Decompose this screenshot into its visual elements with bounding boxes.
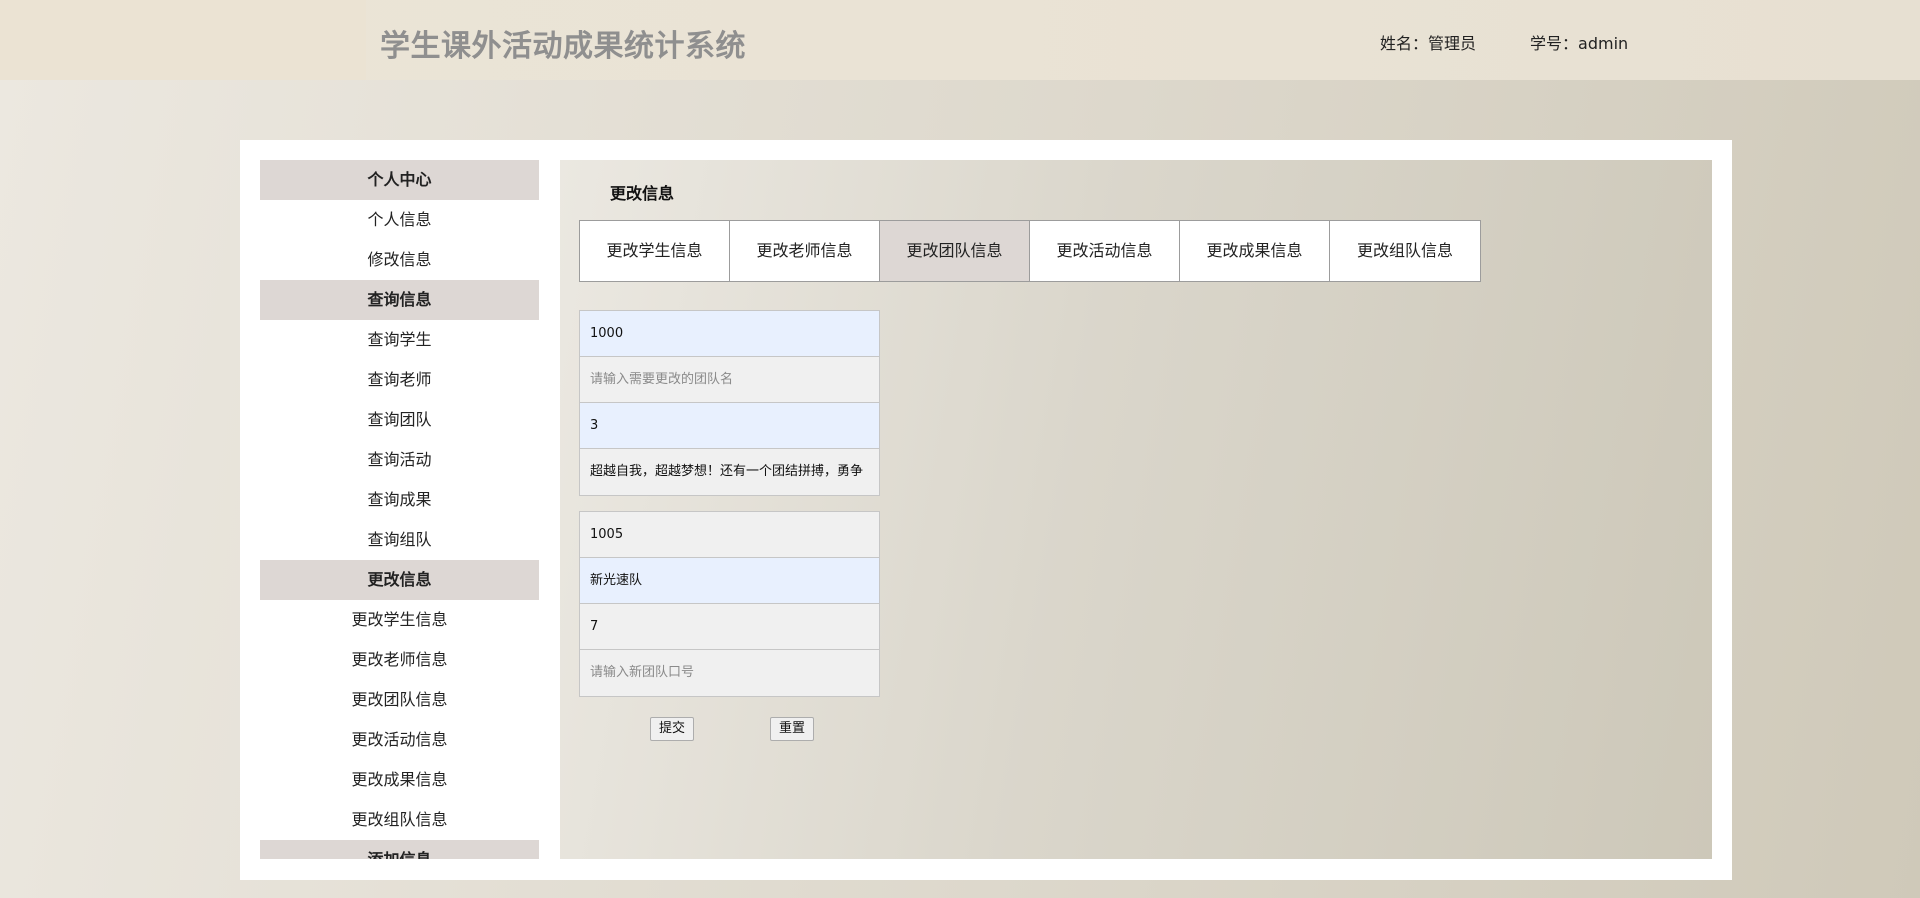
member-count-field[interactable]: 3 [580, 403, 879, 449]
sidebar-group-modify[interactable]: 更改信息 [260, 560, 539, 600]
sidebar-item-query-student[interactable]: 查询学生 [260, 320, 539, 360]
sidebar-item-personal-info[interactable]: 个人信息 [260, 200, 539, 240]
header-bar: 学生课外活动成果统计系统 姓名：管理员 学号：admin [0, 0, 1920, 80]
new-team-slogan-input[interactable]: 请输入新团队口号 [580, 650, 879, 696]
new-member-count-field[interactable]: 7 [580, 604, 879, 650]
sidebar-item-modify-activity[interactable]: 更改活动信息 [260, 720, 539, 760]
sidebar-item-query-result[interactable]: 查询成果 [260, 480, 539, 520]
new-team-name-field[interactable]: 新光速队 [580, 558, 879, 604]
user-id-info: 学号：admin [1530, 30, 1628, 54]
user-id-label: 学号： [1530, 34, 1579, 53]
sidebar-item-modify-team[interactable]: 更改团队信息 [260, 680, 539, 720]
team-slogan-field[interactable]: 超越自我，超越梦想！还有一个团结拼搏，勇争 [580, 449, 879, 495]
current-team-form: 1000 请输入需要更改的团队名 3 超越自我，超越梦想！还有一个团结拼搏，勇争 [579, 310, 880, 496]
sidebar-item-modify-grouping[interactable]: 更改组队信息 [260, 800, 539, 840]
app-title: 学生课外活动成果统计系统 [380, 29, 746, 64]
sidebar-item-edit-info[interactable]: 修改信息 [260, 240, 539, 280]
user-name-info: 姓名：管理员 [1380, 30, 1476, 54]
user-id-value: admin [1578, 34, 1629, 53]
header-left-strip [0, 0, 366, 80]
tab-bar: 更改学生信息 更改老师信息 更改团队信息 更改活动信息 更改成果信息 更改组队信… [579, 220, 1481, 282]
sidebar-item-query-activity[interactable]: 查询活动 [260, 440, 539, 480]
tab-modify-grouping[interactable]: 更改组队信息 [1330, 221, 1480, 281]
new-team-id-field[interactable]: 1005 [580, 512, 879, 558]
user-name-value: 管理员 [1428, 34, 1477, 53]
sidebar-item-modify-student[interactable]: 更改学生信息 [260, 600, 539, 640]
new-team-form: 1005 新光速队 7 请输入新团队口号 [579, 511, 880, 697]
tab-modify-activity[interactable]: 更改活动信息 [1030, 221, 1180, 281]
page-title: 更改信息 [610, 184, 675, 203]
tab-modify-team[interactable]: 更改团队信息 [880, 221, 1030, 281]
tab-modify-result[interactable]: 更改成果信息 [1180, 221, 1330, 281]
sidebar-item-query-grouping[interactable]: 查询组队 [260, 520, 539, 560]
sidebar-item-modify-teacher[interactable]: 更改老师信息 [260, 640, 539, 680]
sidebar-group-query[interactable]: 查询信息 [260, 280, 539, 320]
sidebar-group-add[interactable]: 添加信息 [260, 840, 539, 859]
sidebar: 个人中心 个人信息 修改信息 查询信息 查询学生 查询老师 查询团队 查询活动 … [260, 160, 539, 859]
sidebar-item-query-team[interactable]: 查询团队 [260, 400, 539, 440]
user-name-label: 姓名： [1380, 34, 1429, 53]
sidebar-item-query-teacher[interactable]: 查询老师 [260, 360, 539, 400]
team-id-field[interactable]: 1000 [580, 311, 879, 357]
tab-modify-student[interactable]: 更改学生信息 [580, 221, 730, 281]
submit-button[interactable]: 提交 [650, 717, 695, 741]
sidebar-item-modify-result[interactable]: 更改成果信息 [260, 760, 539, 800]
main-panel: 更改信息 更改学生信息 更改老师信息 更改团队信息 更改活动信息 更改成果信息 … [560, 160, 1712, 859]
tab-modify-teacher[interactable]: 更改老师信息 [730, 221, 880, 281]
sidebar-group-personal-center[interactable]: 个人中心 [260, 160, 539, 200]
reset-button[interactable]: 重置 [770, 717, 815, 741]
team-name-input[interactable]: 请输入需要更改的团队名 [580, 357, 879, 403]
